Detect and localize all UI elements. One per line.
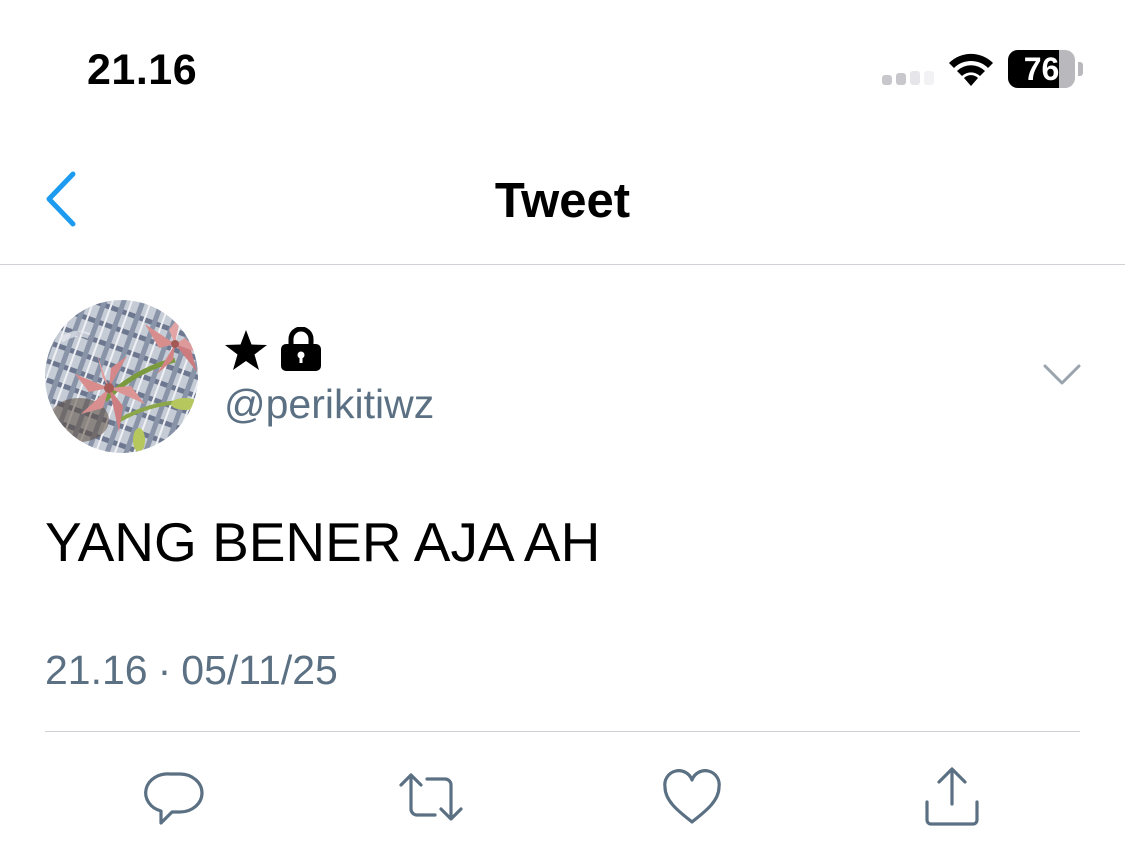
battery-tip [1078, 62, 1083, 76]
tweet-date: 05/11/25 [181, 647, 338, 693]
wifi-icon [949, 53, 993, 86]
cellular-signal-icon [882, 71, 934, 85]
like-button[interactable] [659, 764, 725, 830]
nav-divider [0, 264, 1125, 265]
star-icon [225, 330, 267, 370]
share-button[interactable] [919, 764, 985, 830]
share-icon [925, 767, 979, 826]
page-title: Tweet [494, 174, 631, 228]
chevron-down-icon[interactable] [1042, 362, 1082, 388]
status-bar-time: 21.16 [87, 46, 198, 94]
content-divider [45, 731, 1080, 732]
user-handle[interactable]: @perikitiwz [224, 380, 434, 428]
retweet-button[interactable] [398, 764, 464, 830]
tweet-text: YANG BENER AJA AH [45, 511, 601, 573]
lock-icon [281, 327, 321, 371]
tweet-timestamp: 21.16 · 05/11/25 [45, 645, 338, 695]
battery-indicator: 76 [1008, 50, 1084, 88]
battery-body: 76 [1008, 50, 1075, 88]
reply-icon [144, 772, 204, 825]
heart-icon [663, 769, 721, 824]
retweet-icon [399, 773, 463, 821]
battery-level: 76 [1023, 51, 1060, 87]
tweet-time: 21.16 [45, 647, 148, 693]
avatar-image [45, 300, 198, 453]
avatar[interactable] [45, 300, 198, 453]
reply-button[interactable] [142, 764, 208, 830]
timestamp-separator: · [157, 647, 172, 693]
